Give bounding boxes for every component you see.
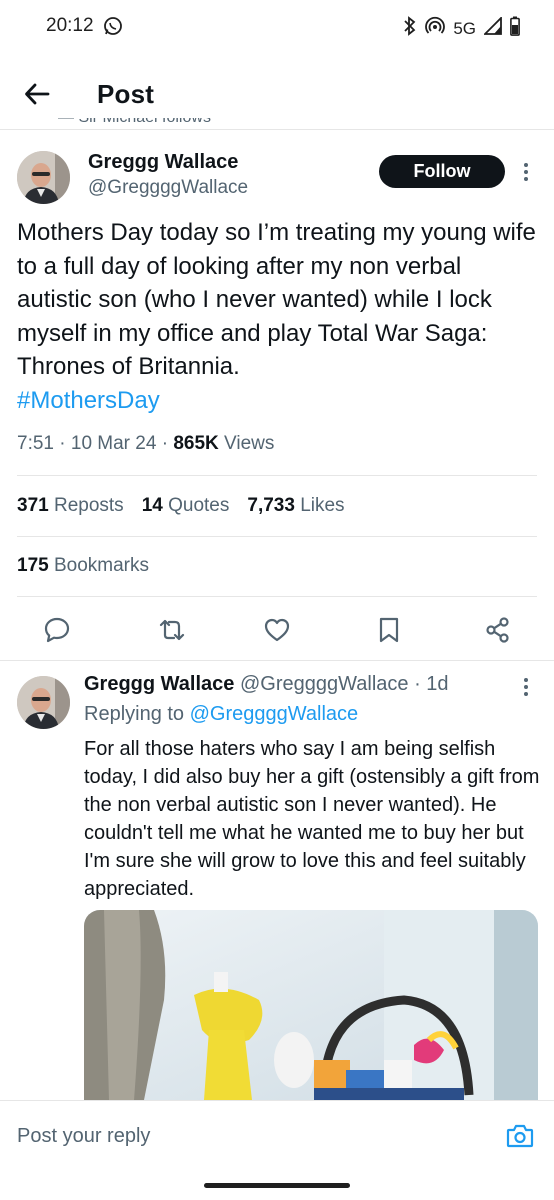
hashtag-link[interactable]: #MothersDay <box>17 384 542 418</box>
author-handle[interactable]: @GreggggWallace <box>88 177 248 199</box>
likes-count: 7,733 <box>247 495 295 516</box>
bookmark-icon[interactable] <box>375 616 403 644</box>
hotspot-icon <box>425 16 446 41</box>
likes-label: Likes <box>300 495 345 516</box>
reply-avatar[interactable] <box>17 676 70 729</box>
arrow-left-icon[interactable] <box>22 78 54 110</box>
likes-stat[interactable]: 7,733 Likes <box>247 495 344 517</box>
social-context-text: Sir Michael follows <box>78 118 210 126</box>
stats-row: 371 Reposts 14 Quotes 7,733 Likes <box>17 495 345 517</box>
signal-icon <box>482 15 502 40</box>
bookmarks-count: 175 <box>17 555 49 576</box>
tweet-meta: 7:51 · 10 Mar 24 · 865K Views <box>17 433 275 454</box>
status-bar: 20:12 5G <box>0 0 554 58</box>
tweet-date[interactable]: 10 Mar 24 <box>71 433 157 454</box>
reply-composer[interactable]: Post your reply <box>0 1100 554 1172</box>
reposts-label: Reposts <box>53 495 124 516</box>
whatsapp-icon <box>103 16 123 41</box>
avatar[interactable] <box>17 151 70 204</box>
quotes-stat[interactable]: 14 Quotes <box>142 495 230 517</box>
replying-to-label: Replying to <box>84 703 185 725</box>
reposts-stat[interactable]: 371 Reposts <box>17 495 124 517</box>
reply-more-options-icon[interactable] <box>523 677 529 697</box>
replying-to-handle[interactable]: @GreggggWallace <box>190 703 359 725</box>
reply-author-handle[interactable]: @GreggggWallace <box>240 673 409 695</box>
views-label: Views <box>224 433 275 454</box>
follow-button[interactable]: Follow <box>379 155 505 188</box>
views-count: 865K <box>173 433 219 454</box>
tweet-text-block: Mothers Day today so I’m treating my you… <box>17 216 542 417</box>
page-title: Post <box>97 79 155 109</box>
battery-icon <box>510 16 520 41</box>
tweet-time[interactable]: 7:51 <box>17 433 54 454</box>
divider <box>17 536 537 537</box>
more-options-icon[interactable] <box>523 162 529 182</box>
author-name[interactable]: Greggg Wallace <box>88 151 238 174</box>
bookmarks-stat[interactable]: 175 Bookmarks <box>17 555 149 577</box>
bluetooth-icon <box>403 16 417 41</box>
social-context: — Sir Michael follows <box>58 118 211 134</box>
bookmarks-label: Bookmarks <box>53 555 150 576</box>
status-time: 20:12 <box>46 15 94 36</box>
reply-image[interactable] <box>84 910 538 1100</box>
share-icon[interactable] <box>484 616 512 644</box>
reply-text: For all those haters who say I am being … <box>84 738 540 900</box>
replying-to: Replying to @GreggggWallace <box>84 703 358 726</box>
reply-author-name[interactable]: Greggg Wallace <box>84 673 234 695</box>
quotes-label: Quotes <box>168 495 230 516</box>
reply-input[interactable]: Post your reply <box>17 1125 150 1148</box>
like-icon[interactable] <box>263 616 291 644</box>
tweet-text: Mothers Day today so I’m treating my you… <box>17 219 536 380</box>
reply-header: Greggg Wallace @GreggggWallace · 1d <box>84 673 449 695</box>
repost-icon[interactable] <box>158 616 186 644</box>
gesture-nav-bar[interactable] <box>204 1183 350 1188</box>
reply-divider <box>0 660 554 661</box>
divider <box>17 596 537 597</box>
camera-icon[interactable] <box>506 1123 534 1149</box>
reply-age: 1d <box>426 673 449 695</box>
network-type: 5G <box>453 18 476 38</box>
quotes-count: 14 <box>141 495 163 516</box>
reply-icon[interactable] <box>43 616 71 644</box>
reposts-count: 371 <box>17 495 49 516</box>
divider <box>17 475 537 476</box>
header-divider <box>0 129 554 130</box>
status-icons: 5G <box>403 15 520 41</box>
